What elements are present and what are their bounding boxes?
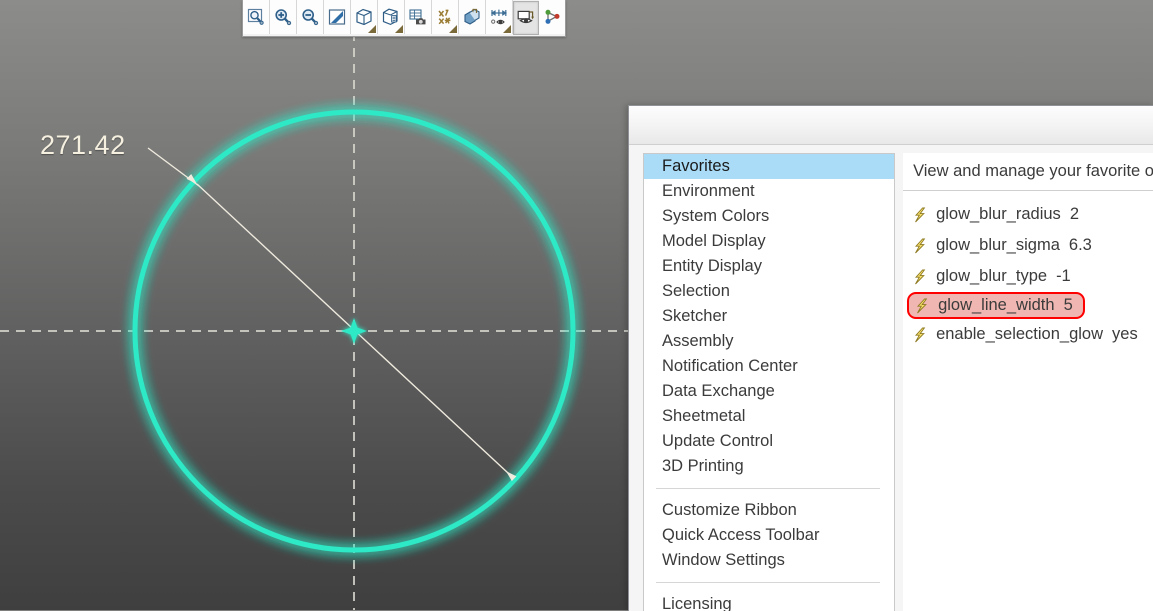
- pane-description: View and manage your favorite o: [913, 162, 1153, 180]
- zoom-out-icon[interactable]: [297, 0, 324, 34]
- sidebar-item-label: Sketcher: [662, 307, 728, 325]
- sidebar-item-sheetmetal[interactable]: Sheetmetal: [644, 404, 894, 429]
- sidebar-item-quick-access-toolbar[interactable]: Quick Access Toolbar: [644, 523, 894, 548]
- sidebar-item-label: Notification Center: [662, 357, 798, 375]
- sidebar-item-label: Customize Ribbon: [662, 501, 797, 519]
- sidebar-item-window-settings[interactable]: Window Settings: [644, 548, 894, 573]
- spin-center-display-icon[interactable]: [513, 1, 539, 35]
- sidebar-item-label: Entity Display: [662, 257, 762, 275]
- sidebar-item-label: Favorites: [662, 157, 730, 175]
- sidebar-item-selection[interactable]: Selection: [644, 279, 894, 304]
- lightning-bolt-icon: [913, 327, 928, 343]
- chevron-down-icon[interactable]: [503, 25, 511, 33]
- favorite-options-list[interactable]: glow_blur_radius 2 glow_blur_sigma 6.3 g…: [903, 190, 1153, 350]
- sidebar-item-label: Model Display: [662, 232, 766, 250]
- sidebar-item-label: Update Control: [662, 432, 773, 450]
- sidebar-item-favorites[interactable]: Favorites: [644, 154, 895, 179]
- datum-display-icon[interactable]: [432, 0, 459, 34]
- chevron-down-icon[interactable]: [395, 25, 403, 33]
- option-value: yes: [1112, 325, 1138, 343]
- chevron-down-icon[interactable]: [368, 25, 376, 33]
- options-sidebar[interactable]: Favorites Environment System Colors Mode…: [643, 153, 896, 611]
- sidebar-item-label: Quick Access Toolbar: [662, 526, 820, 544]
- option-name: glow_line_width: [938, 296, 1055, 314]
- sidebar-item-entity-display[interactable]: Entity Display: [644, 254, 894, 279]
- chevron-down-icon[interactable]: [449, 25, 457, 33]
- sidebar-item-environment[interactable]: Environment: [644, 179, 894, 204]
- option-value: -1: [1056, 267, 1071, 285]
- sidebar-item-label: 3D Printing: [662, 457, 744, 475]
- sidebar-divider: [656, 582, 881, 583]
- refit-view-icon[interactable]: [324, 0, 351, 34]
- sidebar-item-update-control[interactable]: Update Control: [644, 429, 894, 454]
- favorites-pane: View and manage your favorite o glow_blu…: [903, 153, 1153, 611]
- sidebar-item-label: System Colors: [662, 207, 770, 225]
- lightning-bolt-icon: [913, 207, 928, 223]
- display-style-cube-icon[interactable]: [351, 0, 378, 34]
- sidebar-divider: [656, 488, 881, 489]
- option-row-glow-line-width[interactable]: glow_line_width 5: [907, 292, 1086, 319]
- sidebar-item-label: Assembly: [662, 332, 734, 350]
- option-value: 6.3: [1068, 236, 1092, 254]
- sidebar-item-assembly[interactable]: Assembly: [644, 329, 894, 354]
- sidebar-item-system-colors[interactable]: System Colors: [644, 204, 894, 229]
- sidebar-item-label: Selection: [662, 282, 730, 300]
- sidebar-item-model-display[interactable]: Model Display: [644, 229, 894, 254]
- sidebar-item-customize-ribbon[interactable]: Customize Ribbon: [644, 498, 894, 523]
- option-value: 2: [1069, 205, 1079, 223]
- option-row-glow-blur-radius[interactable]: glow_blur_radius 2: [903, 199, 1153, 230]
- lightning-bolt-icon: [913, 269, 928, 285]
- option-value: 5: [1063, 296, 1073, 314]
- option-name: glow_blur_type: [936, 267, 1048, 285]
- option-name: glow_blur_radius: [936, 205, 1061, 223]
- saved-views-icon[interactable]: [378, 0, 405, 34]
- dialog-header-bar: [629, 106, 1153, 145]
- sidebar-item-label: Environment: [662, 182, 755, 200]
- sidebar-item-sketcher[interactable]: Sketcher: [644, 304, 894, 329]
- annotation-display-icon[interactable]: [486, 0, 513, 34]
- view-capture-camera-icon[interactable]: [405, 0, 432, 34]
- appearance-gallery-icon[interactable]: [459, 0, 486, 34]
- dialog-body: Favorites Environment System Colors Mode…: [629, 145, 1153, 611]
- sidebar-item-label: Sheetmetal: [662, 407, 746, 425]
- option-name: enable_selection_glow: [936, 325, 1104, 343]
- zoom-in-icon[interactable]: [270, 0, 297, 34]
- option-row-enable-selection-glow[interactable]: enable_selection_glow yes: [903, 319, 1153, 350]
- sidebar-item-label: Window Settings: [662, 551, 785, 569]
- option-name: glow_blur_sigma: [936, 236, 1060, 254]
- lightning-bolt-icon: [913, 238, 928, 254]
- lightning-bolt-icon: [915, 298, 930, 314]
- dimension-leader-line: [147, 147, 200, 187]
- diameter-dimension-label[interactable]: 271.42: [40, 130, 126, 161]
- sidebar-item-notification-center[interactable]: Notification Center: [644, 354, 894, 379]
- options-dialog[interactable]: Favorites Environment System Colors Mode…: [628, 105, 1153, 611]
- sidebar-item-licensing[interactable]: Licensing: [644, 592, 894, 611]
- relations-graph-icon[interactable]: [539, 0, 565, 34]
- sidebar-item-3d-printing[interactable]: 3D Printing: [644, 454, 894, 479]
- option-row-glow-blur-sigma[interactable]: glow_blur_sigma 6.3: [903, 230, 1153, 261]
- sidebar-item-label: Data Exchange: [662, 382, 775, 400]
- option-row-glow-blur-type[interactable]: glow_blur_type -1: [903, 261, 1153, 292]
- view-toolbar[interactable]: [242, 0, 566, 37]
- sidebar-item-data-exchange[interactable]: Data Exchange: [644, 379, 894, 404]
- zoom-area-icon[interactable]: [243, 0, 270, 34]
- sidebar-item-label: Licensing: [662, 595, 732, 611]
